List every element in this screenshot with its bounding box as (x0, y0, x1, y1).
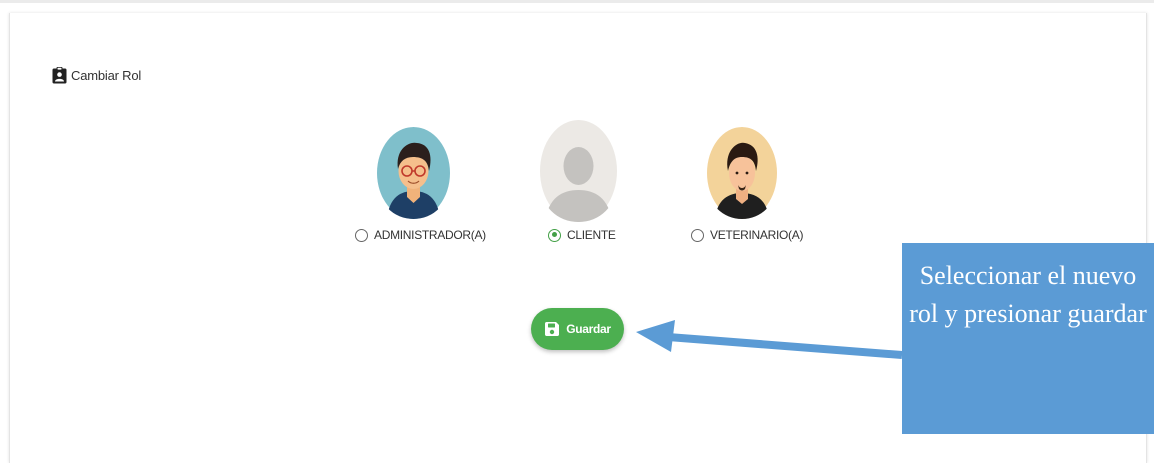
card-header: Cambiar Rol (52, 65, 141, 85)
vet-avatar (707, 127, 777, 219)
role-label: VETERINARIO(A) (710, 228, 804, 242)
role-label: CLIENTE (567, 228, 616, 242)
admin-avatar (377, 127, 450, 219)
role-label: ADMINISTRADOR(A) (374, 228, 486, 242)
instruction-callout: Seleccionar el nuevo rol y presionar gua… (902, 243, 1154, 434)
role-option-cliente[interactable]: CLIENTE (548, 228, 616, 242)
top-divider (0, 0, 1154, 3)
radio-administrador[interactable] (355, 228, 368, 242)
save-button-label: Guardar (566, 322, 611, 336)
default-user-avatar (540, 120, 617, 222)
clipboard-user-icon (52, 66, 67, 84)
floppy-disk-icon (544, 321, 560, 337)
role-option-veterinario[interactable]: VETERINARIO(A) (691, 228, 803, 242)
radio-cliente[interactable] (548, 228, 561, 242)
save-button[interactable]: Guardar (531, 308, 624, 350)
role-option-administrador[interactable]: ADMINISTRADOR(A) (355, 228, 486, 242)
card-title: Cambiar Rol (71, 67, 142, 83)
instruction-text: Seleccionar el nuevo rol y presionar gua… (909, 261, 1147, 328)
radio-veterinario[interactable] (691, 228, 704, 242)
